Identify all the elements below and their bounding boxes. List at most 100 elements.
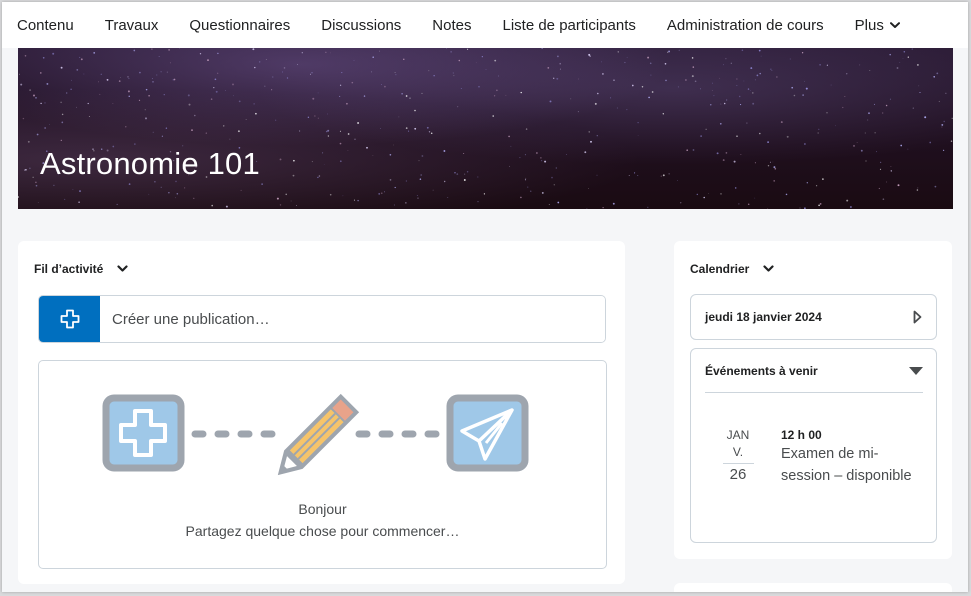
star	[612, 202, 615, 205]
course-banner: Astronomie 101	[18, 48, 953, 209]
nav-item-administration[interactable]: Administration de cours	[667, 17, 824, 34]
star	[419, 178, 422, 180]
star	[40, 102, 42, 105]
star	[719, 122, 722, 125]
star	[650, 74, 652, 76]
nav-item-travaux[interactable]: Travaux	[105, 17, 159, 34]
star	[145, 117, 147, 120]
nav-item-plus[interactable]: Plus	[855, 17, 900, 34]
star	[330, 52, 332, 54]
star	[919, 91, 921, 94]
star	[75, 106, 77, 108]
star	[156, 74, 158, 76]
star	[634, 172, 636, 174]
star	[703, 196, 705, 199]
plus-icon	[60, 309, 79, 329]
activity-feed-heading[interactable]: Fil d’activité	[34, 262, 128, 276]
star	[685, 79, 687, 81]
calendar-card: Calendrier jeudi 18 janvier 2024 Événeme…	[674, 241, 952, 559]
star	[738, 95, 741, 98]
star	[152, 131, 154, 133]
star	[746, 122, 748, 124]
upcoming-events-header[interactable]: Événements à venir	[705, 349, 923, 393]
star	[183, 187, 186, 189]
star	[458, 59, 461, 62]
star	[924, 116, 927, 119]
event-title[interactable]: Examen de mi-session – disponible	[781, 443, 921, 487]
star	[624, 61, 626, 64]
star	[394, 71, 396, 74]
star	[311, 161, 313, 163]
star	[541, 48, 543, 49]
nav-item-questionnaires[interactable]: Questionnaires	[189, 17, 290, 34]
star	[342, 195, 344, 197]
star	[272, 76, 274, 78]
star	[296, 205, 297, 206]
star	[916, 189, 919, 191]
star	[716, 152, 719, 155]
star	[245, 119, 247, 120]
next-widget-card	[674, 583, 952, 592]
star	[723, 64, 724, 66]
star	[93, 52, 96, 54]
star	[99, 93, 101, 95]
star	[317, 117, 319, 119]
empty-state-illustration	[102, 393, 529, 476]
star	[692, 149, 695, 151]
star	[588, 53, 591, 56]
star	[27, 140, 30, 143]
star	[822, 178, 824, 180]
star	[525, 128, 528, 130]
nav-item-discussions[interactable]: Discussions	[321, 17, 401, 34]
star	[885, 104, 888, 107]
star	[225, 89, 227, 91]
star	[80, 58, 83, 61]
nav-item-liste-participants[interactable]: Liste de participants	[502, 17, 635, 34]
star	[351, 81, 354, 84]
play-triangle-icon[interactable]	[913, 310, 922, 324]
star	[758, 49, 761, 52]
star	[33, 94, 35, 97]
nav-item-notes[interactable]: Notes	[432, 17, 471, 34]
star	[339, 95, 341, 97]
create-post-button[interactable]	[39, 296, 100, 342]
star	[708, 192, 710, 194]
nav-item-plus-label: Plus	[854, 16, 884, 34]
star	[24, 169, 26, 171]
star	[917, 187, 919, 189]
star	[168, 49, 170, 51]
star	[53, 184, 55, 187]
calendar-date-selector[interactable]: jeudi 18 janvier 2024	[690, 294, 937, 340]
star	[72, 189, 74, 191]
star	[160, 71, 162, 73]
star	[754, 79, 756, 81]
star	[307, 116, 310, 118]
star	[899, 62, 901, 63]
star	[587, 188, 589, 189]
event-item[interactable]: JAN V. 26 12 h 00 Examen de mi-session –…	[709, 427, 924, 497]
star	[261, 183, 263, 185]
star	[776, 76, 778, 78]
star	[760, 55, 762, 57]
create-post-input[interactable]	[100, 296, 605, 342]
star	[381, 84, 382, 85]
star	[802, 94, 804, 96]
star	[647, 206, 649, 208]
star	[835, 125, 836, 127]
star	[686, 149, 689, 152]
star	[253, 103, 255, 105]
star	[22, 117, 25, 120]
calendar-heading[interactable]: Calendrier	[690, 262, 774, 276]
star	[285, 193, 287, 196]
star	[188, 103, 191, 106]
star	[353, 60, 355, 61]
star	[759, 132, 761, 135]
star	[380, 127, 381, 129]
star	[430, 132, 433, 134]
star	[264, 85, 266, 87]
star	[631, 84, 634, 87]
star	[617, 51, 619, 53]
star	[865, 160, 867, 162]
star	[421, 92, 423, 94]
nav-item-contenu[interactable]: Contenu	[17, 17, 74, 34]
